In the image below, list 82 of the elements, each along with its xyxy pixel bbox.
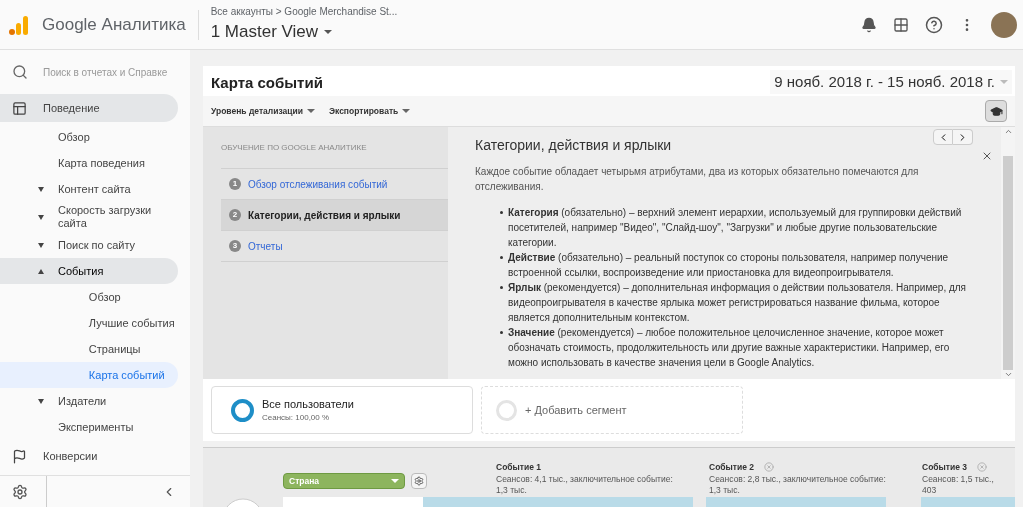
nav-item[interactable]: Эксперименты (0, 414, 178, 440)
view-selector[interactable]: 1 Master View (210, 19, 398, 45)
caret-icon (1000, 80, 1008, 84)
segment-ring-icon (231, 398, 254, 422)
breadcrumb[interactable]: Все аккаунты > Google Merchandise St... (210, 4, 398, 20)
bullet-text: Значение (рекомендуется) – любое положительное целочисленное значение, которое может обозначать стоимость, продолжительность или другие важные характеристики. Например, его можно использовать в качестве значения цели в Google Analytics. (508, 326, 951, 370)
triangle-down-icon (38, 242, 44, 248)
notifications-icon[interactable] (861, 16, 877, 33)
bullet-icon (500, 256, 503, 259)
nav-item[interactable]: Скорость загрузки сайта (0, 202, 178, 232)
tutorial-toggle[interactable] (985, 100, 1007, 122)
triangle-down-icon (38, 186, 44, 192)
nav-item[interactable]: Карта событий (0, 362, 178, 388)
intro-text: Каждое событие обладает четырьмя атрибутами, два из которых обязательно помечаются для отслеживания. (475, 165, 920, 194)
triangle-up-icon (38, 268, 44, 274)
analytics-logo-icon (8, 13, 30, 36)
segment-detail: Сеансы: 100,00 % (262, 412, 331, 425)
caret-icon (306, 109, 315, 113)
scrollbar[interactable] (1001, 127, 1015, 379)
event-stats: Сеансов: 4,1 тыс., заключительное событие: (496, 473, 674, 485)
tutorial-heading: ОБУЧЕНИЕ ПО GOOGLE АНАЛИТИКЕ (221, 127, 448, 169)
report-title: Карта событий (211, 72, 323, 93)
scroll-down-icon[interactable] (1003, 370, 1013, 379)
close-icon[interactable] (981, 150, 993, 162)
segment-name: Все пользователи (262, 396, 354, 412)
nav-item[interactable]: Контент сайта (0, 176, 178, 202)
help-icon[interactable] (925, 15, 943, 34)
product-name: Google Аналитика (42, 13, 186, 36)
step-number: 1 (229, 178, 241, 190)
flag-icon (12, 448, 27, 464)
date-range-picker[interactable]: 9 нояб. 2018 г. - 15 нояб. 2018 г. (770, 70, 1012, 94)
triangle-down-icon (38, 398, 44, 404)
caret-icon (402, 109, 411, 113)
previous-button[interactable] (933, 129, 953, 145)
event-stats: Сеансов: 1,5 тыс., (922, 473, 995, 485)
segment-card[interactable]: Все пользователи Сеансы: 100,00 % (211, 386, 473, 434)
graduation-cap-icon (989, 104, 1003, 118)
nav-item[interactable]: Лучшие события (0, 310, 178, 336)
add-segment-button[interactable]: + Добавить сегмент (481, 386, 743, 434)
next-button[interactable] (953, 129, 973, 145)
event-name: Событие 3 (922, 461, 968, 474)
event-stats: 403 (922, 484, 938, 496)
step-number: 2 (229, 209, 241, 221)
nav-item[interactable]: Обзор (0, 284, 178, 310)
caret-icon (391, 479, 399, 483)
bullet-text: Категория (обязательно) – верхний элемент иерархии, используемый для группировки действий посетителей, например "Видео", "Слайд-шоу", "Загрузки" и любые другие пользовательские категории. (508, 206, 963, 250)
toolbar-menu[interactable]: Уровень детализации (211, 104, 315, 118)
caret-icon (324, 30, 333, 34)
toolbar-menu[interactable]: Экспортировать (328, 104, 411, 118)
nav-item[interactable]: Поиск по сайту (0, 232, 178, 258)
segment-ring-icon (496, 399, 517, 421)
event-name: Событие 2 (709, 461, 755, 474)
event-stats: 1,3 тыс. (709, 484, 741, 496)
tutorial-step[interactable]: 3 Отчеты (221, 231, 448, 262)
avatar[interactable] (991, 11, 1017, 38)
bullet-icon (500, 331, 503, 334)
bullet-text: Действие (обязательно) – реальный поступок со стороны пользователя, например получение встроенной ссылки, воспроизведение или приостановка для видеопроигрывателя. (508, 251, 950, 280)
step-number: 3 (229, 240, 241, 252)
search-field[interactable]: Поиск в отчетах и Справке (43, 64, 173, 80)
settings-icon[interactable] (12, 483, 28, 500)
search-icon (12, 64, 28, 80)
event-name: Событие 1 (496, 461, 542, 474)
triangle-down-icon (38, 214, 44, 220)
panel-icon (12, 100, 27, 116)
scroll-up-icon[interactable] (1003, 127, 1013, 136)
nav-item[interactable]: Издатели (0, 388, 178, 414)
bullet-icon (500, 211, 503, 214)
nav-section[interactable]: Конверсии (0, 442, 178, 470)
nav-item[interactable]: Обзор (0, 124, 178, 150)
nav-item[interactable]: Страницы (0, 336, 178, 362)
nav-item[interactable]: События (0, 258, 178, 284)
tutorial-title: Категории, действия и ярлыки (475, 136, 672, 155)
settings-button[interactable] (411, 473, 427, 489)
bullet-text: Ярлык (рекомендуется) – дополнительная информация о действии пользователя. Например, для видеопроигрывателя в качестве ярлыка может регистрироваться название фильма, которое является дополнительным контекстом. (508, 281, 968, 325)
nav-item[interactable]: Карта поведения (0, 150, 178, 176)
apps-grid-icon[interactable] (893, 16, 909, 33)
tutorial-step[interactable]: 2 Категории, действия и ярлыки (221, 200, 448, 231)
nav-section[interactable]: Поведение (0, 94, 178, 122)
event-stats: 1,3 тыс. (496, 484, 528, 496)
event-stats: Сеансов: 2,8 тыс., заключительное событие: (709, 473, 887, 485)
bullet-icon (500, 286, 503, 289)
settings-icon (414, 476, 424, 486)
